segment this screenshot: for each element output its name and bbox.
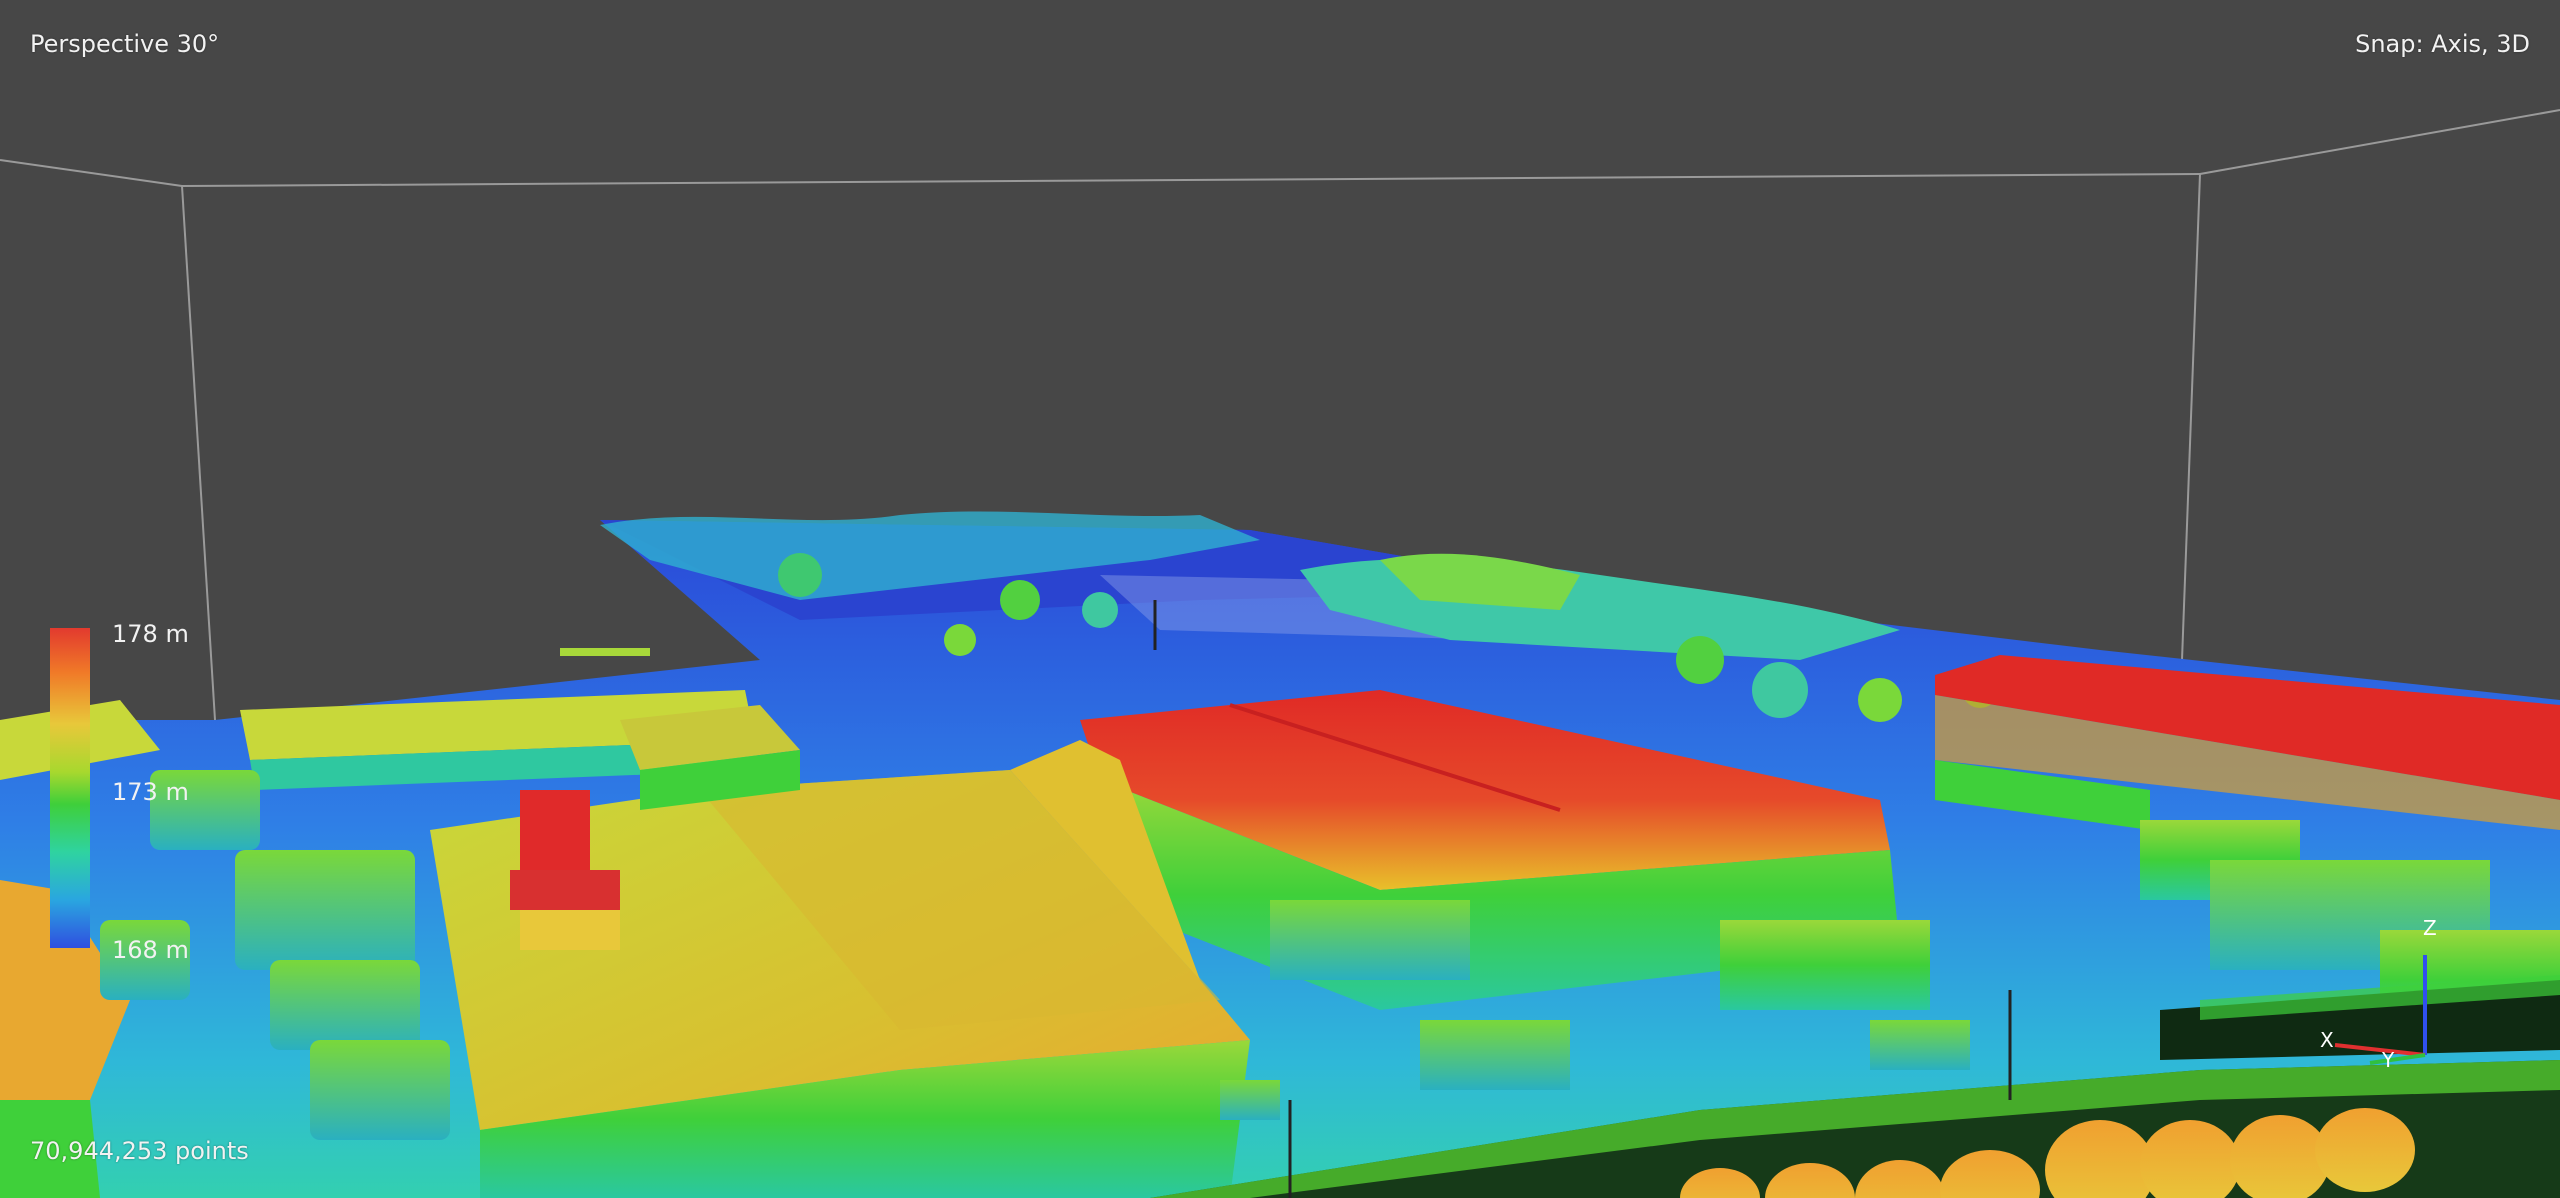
camera-mode-label: Perspective 30° <box>30 30 220 58</box>
snap-mode-label: Snap: Axis, 3D <box>2355 30 2530 58</box>
point-count-label: 70,944,253 points <box>30 1137 249 1165</box>
axis-gizmo[interactable]: Z X Y <box>2320 915 2440 1075</box>
x-axis-label: X <box>2320 1028 2334 1052</box>
3d-viewport[interactable]: Perspective 30° Snap: Axis, 3D 70,944,25… <box>0 0 2560 1198</box>
x-axis-line <box>2334 1043 2426 1057</box>
z-axis-label: Z <box>2423 916 2437 940</box>
floating-debris <box>560 648 650 656</box>
scale-max-label: 178 m <box>112 620 189 648</box>
scale-min-label: 168 m <box>112 936 189 964</box>
elevation-color-scale: 178 m 173 m 168 m <box>50 620 189 964</box>
y-axis-label: Y <box>2381 1048 2395 1072</box>
color-scale-bar <box>50 628 90 948</box>
scale-mid-label: 173 m <box>112 778 189 806</box>
y-axis-line <box>2369 1053 2426 1065</box>
point-cloud-scene[interactable] <box>0 0 2560 1198</box>
